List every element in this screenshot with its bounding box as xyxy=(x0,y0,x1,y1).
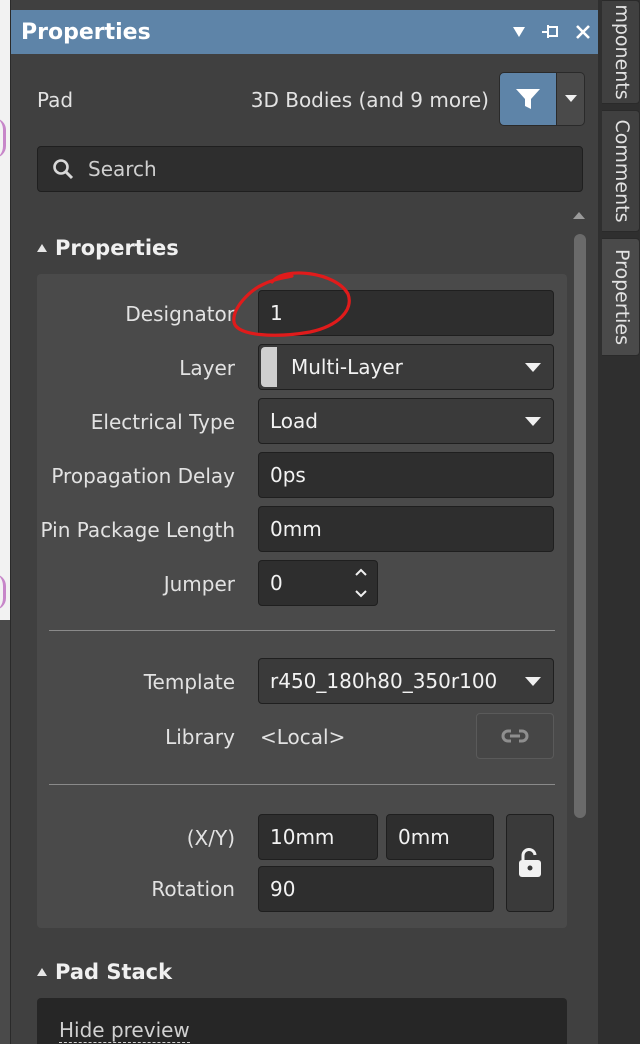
chevron-down-icon xyxy=(564,95,577,102)
divider xyxy=(49,784,555,785)
search-icon xyxy=(53,159,74,180)
section-title: Properties xyxy=(55,236,179,260)
lock-toggle-button[interactable] xyxy=(506,814,554,912)
panel-menu-button[interactable] xyxy=(503,10,535,54)
properties-panel: Properties Pad 3D Bodies (and 9 more) Se… xyxy=(10,0,599,1044)
library-value: <Local> xyxy=(260,725,346,749)
electrical-type-dropdown[interactable]: Load xyxy=(258,398,554,444)
pad-stack-section-header[interactable]: Pad Stack xyxy=(37,960,172,984)
layer-dropdown[interactable]: Multi-Layer xyxy=(258,344,554,390)
side-tab-bar: mponents Comments Properties xyxy=(598,0,640,1044)
rotation-label: Rotation xyxy=(151,877,235,901)
tab-label: mponents xyxy=(611,4,633,100)
pin-package-length-label: Pin Package Length xyxy=(40,518,235,542)
properties-group: Designator 1 Layer Multi-Layer Electrica… xyxy=(37,274,567,928)
electrical-type-label: Electrical Type xyxy=(90,410,235,434)
rotation-value: 90 xyxy=(270,877,296,901)
link-icon xyxy=(501,729,529,743)
template-value: r450_180h80_350r100 xyxy=(270,669,498,693)
y-position-field[interactable]: 0mm xyxy=(386,814,494,860)
unlock-icon xyxy=(519,848,541,877)
layer-label: Layer xyxy=(179,356,235,380)
collapse-triangle-icon xyxy=(37,968,47,976)
propagation-delay-value: 0ps xyxy=(270,463,306,487)
pin-package-length-field[interactable]: 0mm xyxy=(258,506,554,552)
filter-icon xyxy=(516,89,540,109)
canvas-trace xyxy=(0,118,6,158)
x-value: 10mm xyxy=(270,825,335,849)
tab-properties[interactable]: Properties xyxy=(602,238,640,356)
pad-stack-preview: Hide preview xyxy=(37,998,567,1044)
object-type-label: Pad xyxy=(37,88,74,112)
propagation-delay-label: Propagation Delay xyxy=(51,464,235,488)
stepper-arrows-icon[interactable] xyxy=(353,565,369,601)
scrollbar-thumb[interactable] xyxy=(574,234,586,818)
properties-section-header[interactable]: Properties xyxy=(37,236,179,260)
search-input[interactable]: Search xyxy=(37,146,583,192)
chevron-down-icon xyxy=(525,363,541,372)
canvas-trace xyxy=(0,574,6,610)
collapse-triangle-icon xyxy=(37,244,47,252)
chevron-down-icon xyxy=(525,677,541,686)
section-title: Pad Stack xyxy=(55,960,173,984)
tab-components[interactable]: mponents xyxy=(602,0,640,104)
red-circle-annotation xyxy=(232,271,351,337)
library-link-button[interactable] xyxy=(476,713,554,759)
object-row: Pad 3D Bodies (and 9 more) xyxy=(37,72,585,126)
rotation-field[interactable]: 90 xyxy=(258,866,494,912)
electrical-type-value: Load xyxy=(270,409,318,433)
pin-button[interactable] xyxy=(535,10,567,54)
filter-dropdown-button[interactable] xyxy=(557,72,585,126)
pin-icon xyxy=(542,25,558,38)
propagation-delay-field[interactable]: 0ps xyxy=(258,452,554,498)
jumper-label: Jumper xyxy=(163,572,235,596)
tab-comments[interactable]: Comments xyxy=(602,110,640,232)
xy-label: (X/Y) xyxy=(186,826,235,850)
tab-label: Comments xyxy=(611,119,633,223)
divider xyxy=(49,630,555,631)
x-position-field[interactable]: 10mm xyxy=(258,814,378,860)
jumper-value: 0 xyxy=(270,571,283,595)
tab-label: Properties xyxy=(611,248,633,346)
design-canvas-edge xyxy=(0,0,10,1044)
panel-title: Properties xyxy=(21,19,151,45)
search-placeholder: Search xyxy=(88,157,157,181)
close-button[interactable] xyxy=(567,10,599,54)
layer-color-swatch xyxy=(261,347,277,387)
filter-summary: 3D Bodies (and 9 more) xyxy=(250,88,489,112)
scroll-up-arrow[interactable] xyxy=(573,212,585,219)
jumper-stepper[interactable]: 0 xyxy=(258,560,378,606)
template-dropdown[interactable]: r450_180h80_350r100 xyxy=(258,658,554,704)
canvas-background xyxy=(0,620,10,1044)
library-label: Library xyxy=(165,725,235,749)
layer-value: Multi-Layer xyxy=(291,355,403,379)
template-label: Template xyxy=(143,670,235,694)
chevron-down-icon xyxy=(525,417,541,426)
y-value: 0mm xyxy=(398,825,450,849)
hide-preview-link[interactable]: Hide preview xyxy=(59,1018,190,1043)
designator-label: Designator xyxy=(125,302,235,326)
close-icon xyxy=(576,25,590,39)
pin-package-length-value: 0mm xyxy=(270,517,322,541)
triangle-down-icon xyxy=(513,27,525,37)
selection-filter-button[interactable] xyxy=(499,72,557,126)
panel-titlebar: Properties xyxy=(11,10,599,54)
